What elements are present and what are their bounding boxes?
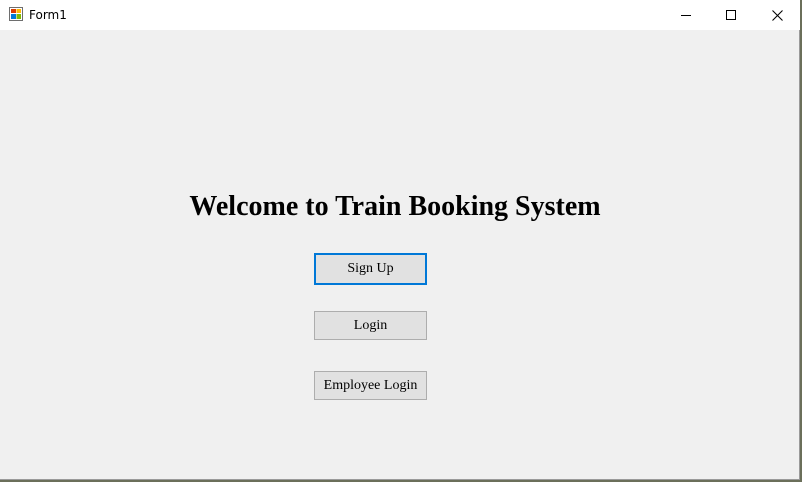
app-window: Form1 Welcome to Train Booking System Si… xyxy=(0,0,800,480)
maximize-button[interactable] xyxy=(708,0,754,30)
app-icon xyxy=(9,7,23,21)
form-client-area: Welcome to Train Booking System Sign Up … xyxy=(0,30,800,480)
sign-up-button[interactable]: Sign Up xyxy=(314,253,427,285)
title-bar[interactable]: Form1 xyxy=(0,0,800,30)
window-title: Form1 xyxy=(29,8,67,22)
close-button[interactable] xyxy=(754,0,800,30)
close-icon xyxy=(771,9,783,21)
minimize-icon xyxy=(681,15,691,16)
login-button[interactable]: Login xyxy=(314,311,427,340)
minimize-button[interactable] xyxy=(663,0,709,30)
welcome-heading: Welcome to Train Booking System xyxy=(189,191,601,222)
employee-login-button[interactable]: Employee Login xyxy=(314,371,427,400)
maximize-icon xyxy=(726,10,736,20)
